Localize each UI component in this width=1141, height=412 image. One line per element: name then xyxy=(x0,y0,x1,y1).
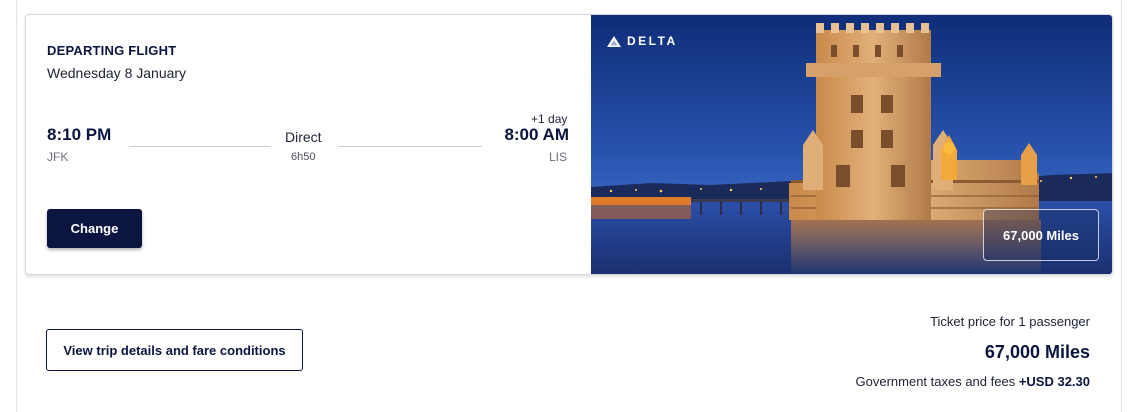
flight-date: Wednesday 8 January xyxy=(47,65,187,81)
ticket-price-label: Ticket price for 1 passenger xyxy=(930,314,1090,329)
day-offset-label: +1 day xyxy=(531,112,568,126)
taxes-value: +USD 32.30 xyxy=(1018,374,1090,389)
destination-photo: DELTA 67,000 Miles xyxy=(591,15,1112,274)
departure-airport: JFK xyxy=(47,150,69,164)
taxes-fees: Government taxes and fees +USD 32.30 xyxy=(856,374,1091,389)
airline-name: DELTA xyxy=(627,34,678,48)
flight-duration: 6h50 xyxy=(291,151,316,163)
view-trip-details-button[interactable]: View trip details and fare conditions xyxy=(46,329,303,371)
arrival-airport: LIS xyxy=(549,150,568,164)
route-line-right xyxy=(339,146,482,147)
airline-brand: DELTA xyxy=(607,34,678,48)
flight-card: DEPARTING FLIGHT Wednesday 8 January 8:1… xyxy=(25,14,1113,275)
route-line-left xyxy=(129,146,271,147)
arrival-time: 8:00 AM xyxy=(504,125,569,144)
ticket-price-value: 67,000 Miles xyxy=(984,342,1090,362)
miles-badge: 67,000 Miles xyxy=(983,209,1099,261)
flight-direction-heading: DEPARTING FLIGHT xyxy=(47,43,177,58)
departure-time: 8:10 PM xyxy=(47,125,112,144)
change-flight-button[interactable]: Change xyxy=(47,209,142,248)
stops-label: Direct xyxy=(285,129,322,145)
taxes-label: Government taxes and fees xyxy=(855,374,1019,389)
delta-logo-icon xyxy=(607,35,621,47)
